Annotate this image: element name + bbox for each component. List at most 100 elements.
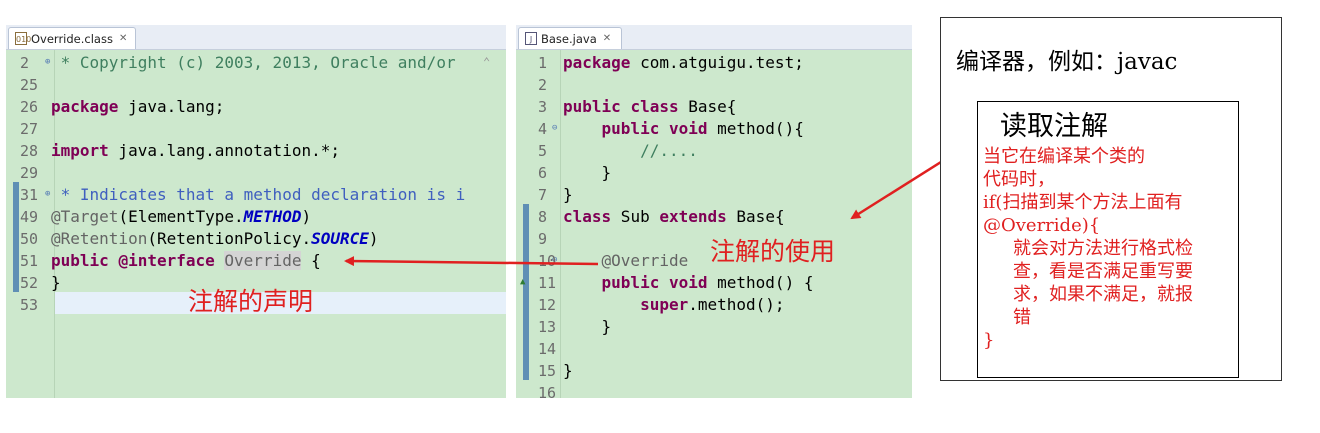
line-number: 1 bbox=[538, 54, 548, 72]
body-line: 当它在编译某个类的 bbox=[983, 146, 1145, 167]
body-line: 查，看是否满足重写要 bbox=[1013, 261, 1193, 282]
left-editor-tabbar: 010 Override.class ✕ bbox=[6, 25, 506, 50]
code-line[interactable]: 25 bbox=[6, 74, 506, 96]
code-token: } bbox=[563, 317, 612, 336]
code-token: java.lang; bbox=[118, 97, 225, 116]
code-token: super bbox=[640, 295, 689, 314]
code-line[interactable]: 5 //.... bbox=[516, 140, 912, 162]
body-line: 求，如果不满足，就报 bbox=[1013, 284, 1193, 305]
code-line[interactable]: 6 } bbox=[516, 162, 912, 184]
code-line[interactable]: 16 bbox=[516, 382, 912, 398]
code-token: ) bbox=[301, 207, 312, 226]
usage-label: 注解的使用 bbox=[710, 237, 836, 266]
code-token: Sub bbox=[611, 207, 660, 226]
code-line[interactable]: 13 } bbox=[516, 316, 912, 338]
code-line[interactable]: 8 class Sub extends Base{ bbox=[516, 206, 912, 228]
code-line[interactable]: 31 * Indicates that a method declaration… bbox=[6, 184, 506, 206]
code-line[interactable]: 29 bbox=[6, 162, 506, 184]
line-code: //.... bbox=[563, 140, 698, 162]
line-number: 28 bbox=[20, 142, 39, 160]
line-code: @Retention(RetentionPolicy.SOURCE) bbox=[51, 228, 379, 250]
line-number: 5 bbox=[538, 142, 548, 160]
body-line: if(扫描到某个方法上面有 bbox=[983, 192, 1183, 213]
line-number: 27 bbox=[20, 120, 39, 138]
line-code: * Indicates that a method declaration is… bbox=[51, 184, 466, 206]
code-line[interactable]: 12 super.method(); bbox=[516, 294, 912, 316]
code-line[interactable]: 50 @Retention(RetentionPolicy.SOURCE) bbox=[6, 228, 506, 250]
code-token: java.lang.annotation.*; bbox=[108, 141, 340, 160]
line-code: } bbox=[51, 272, 61, 294]
code-token: method() { bbox=[707, 273, 814, 292]
code-line[interactable]: 27 bbox=[6, 118, 506, 140]
code-token: } bbox=[563, 361, 573, 380]
line-code: @Override bbox=[563, 250, 689, 272]
code-token: (RetentionPolicy. bbox=[147, 229, 312, 248]
close-icon[interactable]: ✕ bbox=[119, 33, 127, 44]
line-number: 50 bbox=[20, 230, 39, 248]
code-token: .method(); bbox=[688, 295, 785, 314]
line-code: @Target(ElementType.METHOD) bbox=[51, 206, 311, 228]
body-line: 就会对方法进行格式检 bbox=[1013, 238, 1193, 259]
line-code: public class Base{ bbox=[563, 96, 736, 118]
code-token: ) bbox=[368, 229, 379, 248]
code-line[interactable]: 51 public @interface Override { bbox=[6, 250, 506, 272]
line-number: 16 bbox=[538, 384, 557, 398]
code-token: } bbox=[563, 163, 612, 182]
line-code: public @interface Override { bbox=[51, 250, 321, 272]
code-line[interactable]: 1 package com.atguigu.test; bbox=[516, 52, 912, 74]
line-code: public void method() { bbox=[563, 272, 814, 294]
right-code-editor[interactable]: ⊖ ⊖ ▲ 1 package com.atguigu.test; 2 3 public… bbox=[516, 50, 912, 398]
line-code: package com.atguigu.test; bbox=[563, 52, 804, 74]
code-token: * Copyright (c) 2003, 2013, Oracle and/o… bbox=[51, 53, 466, 72]
line-code: } bbox=[563, 316, 612, 338]
code-line[interactable]: 3 public class Base{ bbox=[516, 96, 912, 118]
code-token: METHOD bbox=[243, 207, 302, 226]
code-line[interactable]: 2 * Copyright (c) 2003, 2013, Oracle and… bbox=[6, 52, 506, 74]
compiler-title: 编译器，例如：javac bbox=[956, 49, 1178, 75]
tab-base-java[interactable]: J Base.java ✕ bbox=[518, 27, 622, 49]
code-line[interactable]: 49 @Target(ElementType.METHOD) bbox=[6, 206, 506, 228]
code-token: import bbox=[51, 141, 109, 160]
line-code: } bbox=[563, 162, 612, 184]
left-code-editor[interactable]: ⊕ ⊕ ⌃ 2 * Copyright (c) 2003, 2013, Orac… bbox=[6, 50, 506, 398]
code-line[interactable]: 15} bbox=[516, 360, 912, 382]
line-number: 51 bbox=[20, 252, 39, 270]
right-editor-tabbar: J Base.java ✕ bbox=[516, 25, 912, 50]
code-line[interactable]: 7} bbox=[516, 184, 912, 206]
declaration-label: 注解的声明 bbox=[188, 287, 314, 316]
line-number: 26 bbox=[20, 98, 39, 116]
code-line[interactable]: 26 package java.lang; bbox=[6, 96, 506, 118]
line-number: 31 bbox=[20, 186, 39, 204]
line-number: 12 bbox=[538, 296, 557, 314]
code-token: package bbox=[51, 97, 119, 116]
code-line[interactable]: 11 public void method() { bbox=[516, 272, 912, 294]
code-line[interactable]: 4 public void method(){ bbox=[516, 118, 912, 140]
code-token: } bbox=[51, 273, 61, 292]
line-number: 10 bbox=[538, 252, 557, 270]
line-code: * Copyright (c) 2003, 2013, Oracle and/o… bbox=[51, 52, 465, 74]
code-token: SOURCE bbox=[311, 229, 369, 248]
code-token: } bbox=[563, 185, 573, 204]
code-line[interactable]: 2 bbox=[516, 74, 912, 96]
code-line[interactable]: 14 bbox=[516, 338, 912, 360]
line-number: 8 bbox=[538, 208, 548, 226]
line-number: 2 bbox=[538, 76, 548, 94]
class-file-icon: 010 bbox=[15, 32, 31, 45]
code-token: //.... bbox=[563, 141, 698, 160]
code-line[interactable]: 28 import java.lang.annotation.*; bbox=[6, 140, 506, 162]
code-token: * Indicates that a method declaration is… bbox=[51, 185, 466, 204]
code-token: @Retention bbox=[51, 229, 148, 248]
tab-override-class[interactable]: 010 Override.class ✕ bbox=[8, 27, 136, 49]
line-number: 3 bbox=[538, 98, 548, 116]
code-token: Base{ bbox=[726, 207, 785, 226]
line-code: super.method(); bbox=[563, 294, 785, 316]
line-number: 15 bbox=[538, 362, 557, 380]
code-token: @Target bbox=[51, 207, 119, 226]
close-icon[interactable]: ✕ bbox=[603, 33, 611, 44]
